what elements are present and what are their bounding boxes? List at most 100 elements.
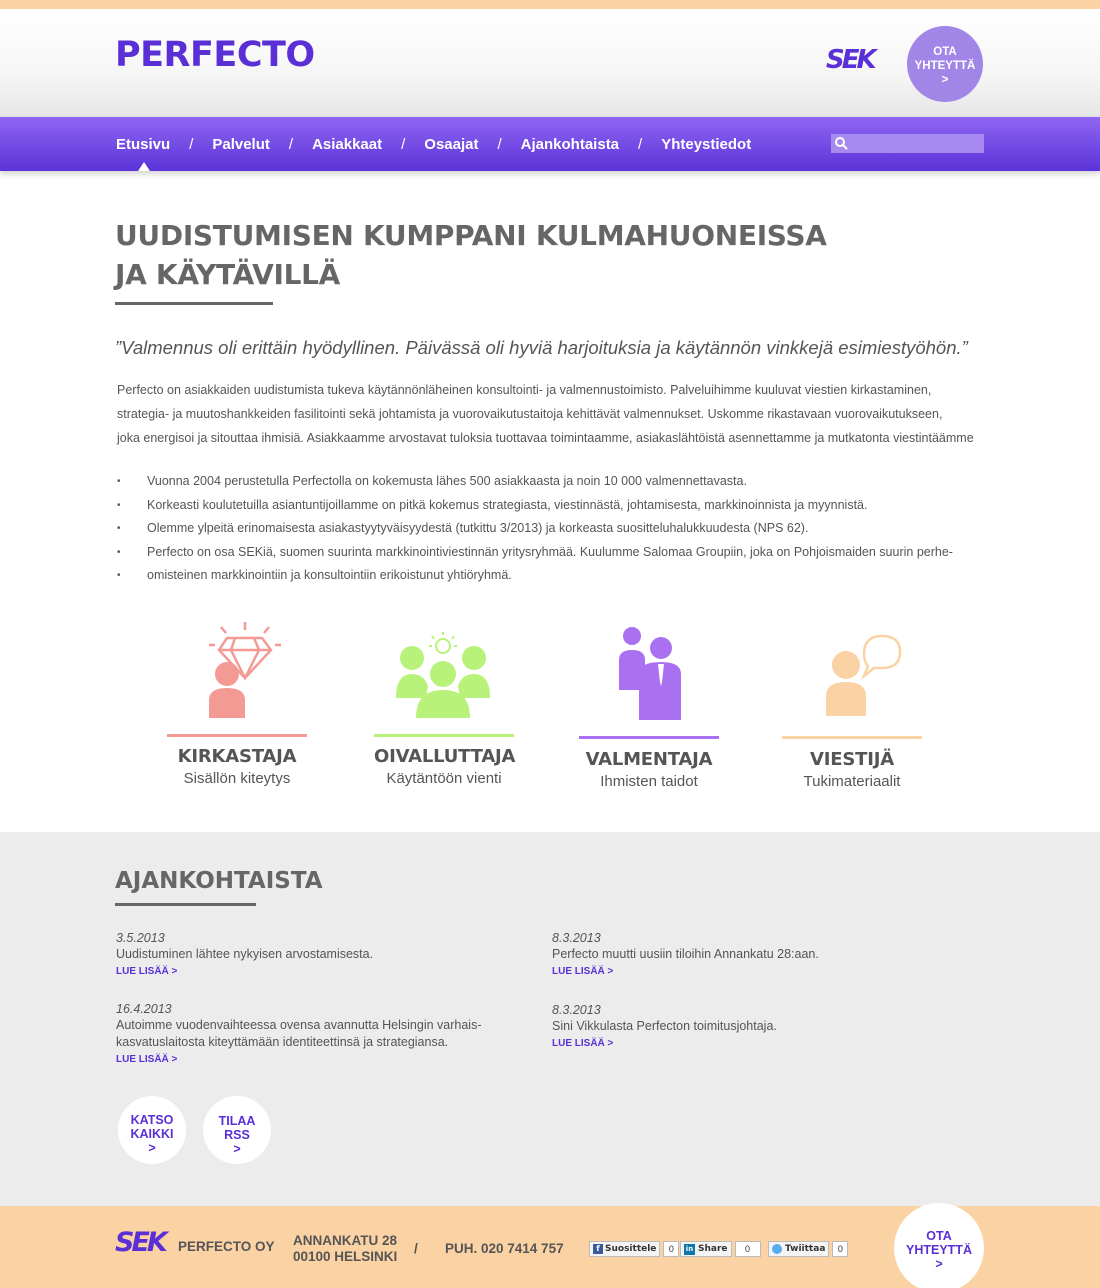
- nav-separator: /: [189, 135, 194, 153]
- footer-separator: /: [414, 1241, 418, 1256]
- rss-line1: TILAA: [218, 1114, 256, 1128]
- twitter-icon: [772, 1244, 782, 1254]
- footer-contact-button[interactable]: OTA YHTEYTTÄ >: [894, 1203, 984, 1288]
- footer-address: ANNANKATU 28 00100 HELSINKI: [293, 1233, 397, 1265]
- main-nav: Etusivu / Palvelut / Asiakkaat / Osaajat…: [116, 117, 751, 171]
- subscribe-rss-button[interactable]: TILAA RSS >: [203, 1096, 271, 1164]
- role-underline: [579, 736, 719, 739]
- page-title-line2: JA KÄYTÄVILLÄ: [115, 258, 341, 291]
- twitter-share[interactable]: Twiittaa 0: [768, 1241, 849, 1257]
- active-nav-indicator: [138, 162, 150, 171]
- list-item: Olemme ylpeitä erinomaisesta asiakastyyt…: [117, 517, 977, 541]
- page-title-line1: UUDISTUMISEN KUMPPANI KULMAHUONEISSA: [115, 219, 827, 252]
- role-underline: [167, 734, 307, 737]
- nav-item-etusivu[interactable]: Etusivu: [116, 136, 170, 153]
- linkedin-share-button[interactable]: in Share: [680, 1241, 732, 1257]
- read-more-link[interactable]: LUE LISÄÄ >: [552, 963, 932, 981]
- news-item: 16.4.2013 Autoimme vuodenvaihteessa oven…: [116, 1001, 496, 1069]
- twitter-tweet-button[interactable]: Twiittaa: [768, 1241, 830, 1257]
- role-underline: [782, 736, 922, 739]
- top-accent-bar: [0, 0, 1100, 9]
- facebook-share[interactable]: f Suosittele 0: [589, 1241, 680, 1257]
- perfecto-logo[interactable]: PERFECTO: [115, 35, 315, 75]
- facts-list: Vuonna 2004 perustetulla Perfectolla on …: [117, 470, 977, 588]
- footer-contact-line1: OTA: [926, 1229, 952, 1243]
- sek-logo[interactable]: SEK: [826, 45, 877, 75]
- linkedin-share[interactable]: in Share 0: [680, 1241, 761, 1257]
- news-item: 8.3.2013 Perfecto muutti uusiin tiloihin…: [552, 930, 932, 981]
- view-all-arrow: >: [148, 1141, 156, 1155]
- twitter-label: Twiittaa: [785, 1244, 826, 1254]
- nav-item-ajankohtaista[interactable]: Ajankohtaista: [521, 136, 619, 153]
- role-subtitle: Käytäntöön vienti: [386, 770, 502, 787]
- read-more-link[interactable]: LUE LISÄÄ >: [116, 963, 496, 981]
- nav-separator: /: [401, 135, 406, 153]
- nav-item-osaajat[interactable]: Osaajat: [424, 136, 478, 153]
- linkedin-label: Share: [698, 1244, 728, 1254]
- view-all-news-button[interactable]: KATSO KAIKKI >: [118, 1096, 186, 1164]
- read-more-link[interactable]: LUE LISÄÄ >: [116, 1051, 496, 1069]
- nav-separator: /: [497, 135, 502, 153]
- list-item: Korkeasti koulutetuilla asiantuntijoilla…: [117, 494, 977, 518]
- nav-separator: /: [638, 135, 643, 153]
- news-text: Sini Vikkulasta Perfecton toimitusjohtaj…: [552, 1019, 777, 1033]
- coach-people-icon: [619, 627, 681, 720]
- role-subtitle: Tukimateriaalit: [803, 773, 901, 790]
- lightbulb-group-icon: [396, 632, 490, 718]
- read-more-link[interactable]: LUE LISÄÄ >: [552, 1035, 932, 1053]
- facebook-like-button[interactable]: f Suosittele: [589, 1241, 661, 1257]
- customer-quote: ”Valmennus oli erittäin hyödyllinen. Päi…: [115, 337, 968, 358]
- role-title: OIVALLUTTAJA: [374, 746, 516, 767]
- search-box[interactable]: [831, 134, 984, 153]
- view-all-line2: KAIKKI: [130, 1127, 174, 1141]
- role-viestija[interactable]: VIESTIJÄ Tukimateriaalit: [782, 618, 922, 796]
- role-kirkastaja[interactable]: KIRKASTAJA Sisällön kiteytys: [167, 618, 307, 793]
- news-date: 3.5.2013: [116, 931, 165, 945]
- news-text: Perfecto muutti uusiin tiloihin Annankat…: [552, 947, 819, 961]
- news-text: Uudistuminen lähtee nykyisen arvostamise…: [116, 947, 374, 961]
- role-oivalluttaja[interactable]: OIVALLUTTAJA Käytäntöön vienti: [374, 618, 516, 793]
- search-icon: [835, 137, 848, 150]
- list-item: Vuonna 2004 perustetulla Perfectolla on …: [117, 470, 977, 494]
- news-date: 8.3.2013: [552, 1003, 601, 1017]
- intro-line: Perfecto on asiakkaiden uudistumista tuk…: [117, 383, 932, 397]
- title-underline: [115, 302, 273, 305]
- news-heading: AJANKOHTAISTA: [115, 868, 323, 894]
- diamond-person-icon: [209, 622, 281, 718]
- footer-address-line2: 00100 HELSINKI: [293, 1249, 398, 1264]
- news-item: 3.5.2013 Uudistuminen lähtee nykyisen ar…: [116, 930, 496, 981]
- news-date: 8.3.2013: [552, 931, 601, 945]
- role-subtitle: Sisällön kiteytys: [183, 770, 291, 787]
- page-title: UUDISTUMISEN KUMPPANI KULMAHUONEISSA JA …: [115, 216, 875, 294]
- role-title: KIRKASTAJA: [177, 746, 297, 767]
- footer-contact-line2: YHTEYTTÄ: [906, 1243, 972, 1257]
- nav-item-palvelut[interactable]: Palvelut: [212, 136, 270, 153]
- list-item-continuation: omisteinen markkinointiin ja konsultoint…: [117, 564, 977, 588]
- twitter-count: 0: [832, 1241, 849, 1257]
- contact-us-line2: YHTEYTTÄ: [914, 60, 976, 72]
- footer-sek-logo[interactable]: SEK: [115, 1227, 168, 1258]
- role-subtitle: Ihmisten taidot: [600, 773, 698, 790]
- nav-item-asiakkaat[interactable]: Asiakkaat: [312, 136, 382, 153]
- news-date: 16.4.2013: [116, 1002, 172, 1016]
- facebook-icon: f: [593, 1244, 603, 1254]
- nav-separator: /: [288, 135, 294, 153]
- intro-line: strategia- ja muutoshankkeiden fasilitoi…: [117, 407, 943, 421]
- news-text: kasvatuslaitosta kiteyttämään identiteet…: [116, 1035, 449, 1049]
- role-valmentaja[interactable]: VALMENTAJA Ihmisten taidot: [579, 618, 719, 793]
- footer-address-line1: ANNANKATU 28: [293, 1233, 398, 1248]
- role-underline: [374, 734, 514, 737]
- search-input[interactable]: [851, 134, 981, 153]
- contact-us-line1: OTA: [933, 46, 957, 58]
- role-title: VALMENTAJA: [585, 749, 713, 770]
- contact-us-arrow: >: [941, 74, 949, 86]
- nav-item-yhteystiedot[interactable]: Yhteystiedot: [661, 136, 751, 153]
- footer-phone: PUH. 020 7414 757: [445, 1241, 564, 1256]
- facebook-label: Suosittele: [605, 1244, 657, 1254]
- contact-us-button[interactable]: OTA YHTEYTTÄ >: [907, 26, 983, 102]
- intro-line: joka energisoi ja sitouttaa ihmisiä. Asi…: [117, 431, 974, 445]
- news-item: 8.3.2013 Sini Vikkulasta Perfecton toimi…: [552, 1002, 932, 1053]
- linkedin-count: 0: [734, 1241, 761, 1257]
- news-text: Autoimme vuodenvaihteessa ovensa avannut…: [116, 1018, 482, 1032]
- intro-paragraph: Perfecto on asiakkaiden uudistumista tuk…: [117, 378, 997, 450]
